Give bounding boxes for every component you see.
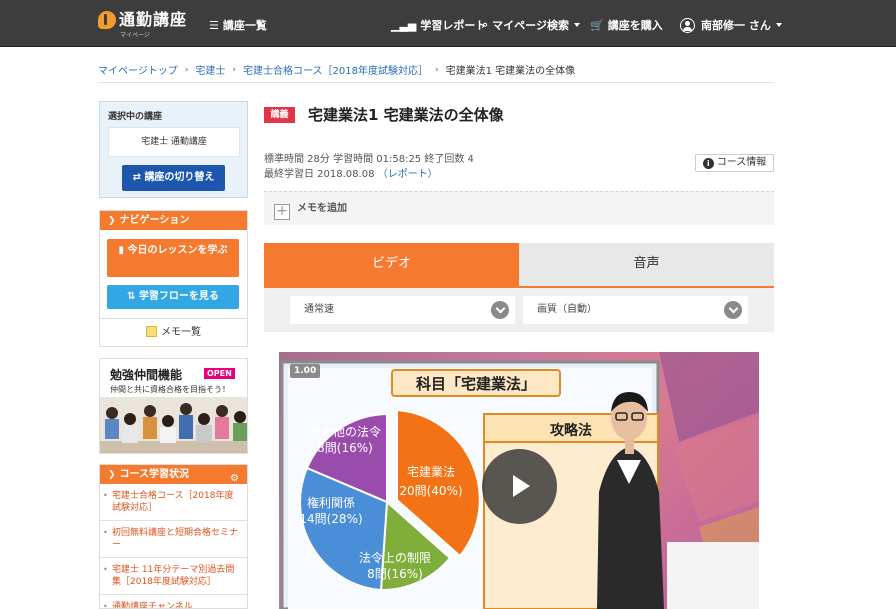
course-status-item[interactable]: 初回無料講座と短期合格セミナー [100,521,247,558]
tab-video[interactable]: ビデオ [264,243,519,286]
lesson-stats: 標準時間 28分 学習時間 01:58:25 終了回数 4 [264,154,474,165]
list-icon: ☰ [209,18,219,32]
banner-title: 勉強仲間機能 [110,368,183,382]
banner-open-badge: OPEN [204,368,235,379]
swap-icon: ⇄ [132,172,145,183]
memo-icon [146,326,157,337]
nav-course-list[interactable]: ☰ 講座一覧 [209,17,267,33]
add-memo-button[interactable]: + メモを追加 [264,191,774,225]
report-link[interactable]: （レポート） [378,169,438,180]
chevron-right-icon: › [232,64,237,75]
chevron-down-icon [491,301,509,319]
study-buddy-banner[interactable]: 勉強仲間機能 OPEN 仲間と共に資格合格を目指そう！ [99,358,248,454]
chevron-down-icon [573,23,580,27]
chevron-down-icon [724,301,742,319]
logo-text: 通勤講座 [119,10,188,29]
pie-label: 8問(16%) [367,567,423,581]
switch-course-button[interactable]: ⇄ 講座の切り替え [122,165,225,191]
banner-subtitle: 仲間と共に資格合格を目指そう！ [110,385,230,394]
students-illustration [100,397,247,453]
video-player[interactable]: 科目「宅建業法」 攻略法 宅建業法 20問(40%) 権利関係 14問(28%)… [279,352,759,609]
course-status-item[interactable]: 宅建士合格コース［2018年度試験対応］ [100,484,247,521]
course-status-panel: ❯コース学習状況 ⚙ 宅建士合格コース［2018年度試験対応］ 初回無料講座と短… [99,464,248,609]
page-title: 宅建業法1 宅建業法の全体像 [308,106,504,124]
chevron-right-icon: ❯ [108,216,116,226]
chevron-right-icon: › [434,64,439,75]
panel-title: 攻略法 [550,422,592,439]
logo-subtitle: マイページ [120,32,150,39]
todays-lesson-button[interactable]: ▮ 今日のレッスンを学ぶ [107,239,239,277]
board-title: 科目「宅建業法」 [416,375,536,393]
bar-chart-icon: ▁▃▅ [391,18,417,32]
logo-icon [98,11,116,29]
lesson-type-badge: 講義 [264,107,295,123]
nav-purchase[interactable]: 🛒 講座を購入 [590,17,663,33]
breadcrumb-course[interactable]: 宅建士合格コース［2018年度試験対応］ [243,62,428,77]
pie-label: 8問(16%) [317,441,373,455]
breadcrumb-current: 宅建業法1 宅建業法の全体像 [445,66,576,77]
breadcrumb-category[interactable]: 宅建士 [195,62,225,77]
chevron-right-icon: ❯ [108,470,116,480]
breadcrumb-mypage[interactable]: マイページトップ [98,62,178,77]
course-status-heading: ❯ コース学習状況 ⚙ [100,465,247,484]
last-study-date: 最終学習日 2018.08.08 （レポート） [264,169,438,180]
study-flow-button[interactable]: ⇅ 学習フローを見る [107,285,239,309]
selected-course-name: 宅建士 通勤講座 [108,127,240,157]
pie-label: 宅建業法 [407,464,455,479]
plus-icon: + [274,204,290,220]
user-menu[interactable]: 南部修一 さん [680,17,782,33]
tab-audio[interactable]: 音声 [519,243,774,286]
user-avatar-icon [680,17,695,33]
info-icon: i [702,158,714,169]
navigation-panel: ❯ ナビゲーション ▮ 今日のレッスンを学ぶ ⇅ 学習フローを見る メモ一覧 [99,210,248,347]
pie-label: 20問(40%) [399,484,462,498]
search-icon: ⌕ [482,18,489,31]
chevron-down-icon [775,23,782,27]
speed-badge: 1.00 [290,364,321,378]
course-status-item[interactable]: 宅建士 11年分テーマ別過去問集［2018年度試験対応］ [100,558,247,595]
pie-label: 法令上の制限 [359,550,431,565]
player-settings: 通常速 画質（自動） [264,288,774,332]
course-status-item[interactable]: 通勤講座チャンネル [100,595,247,608]
navigation-heading: ❯ ナビゲーション [100,211,247,230]
course-info-button[interactable]: i コース情報 [695,154,774,172]
site-logo[interactable]: 通勤講座 マイページ [98,10,188,39]
cart-icon: 🛒 [590,18,604,32]
selected-course-panel: 選択中の講座 宅建士 通勤講座 ⇄ 講座の切り替え [99,101,248,198]
nav-search[interactable]: ⌕ マイページ検索 [482,17,580,33]
pie-label: その他の法令 [309,424,381,439]
nav-report[interactable]: ▁▃▅ 学習レポート [391,17,486,33]
playback-speed-select[interactable]: 通常速 [290,296,515,324]
top-navigation-bar: 通勤講座 マイページ ☰ 講座一覧 ▁▃▅ 学習レポート ⌕ マイページ検索 🛒… [0,0,896,47]
selected-course-heading: 選択中の講座 [108,112,163,122]
divider [98,82,774,83]
play-icon[interactable] [482,449,557,524]
sort-icon: ⇅ [127,291,139,302]
pie-label: 権利関係 [307,495,355,510]
video-quality-select[interactable]: 画質（自動） [523,296,748,324]
pie-label: 14問(28%) [299,512,362,526]
breadcrumb: マイページトップ › 宅建士 › 宅建士合格コース［2018年度試験対応］ › … [98,62,774,78]
chevron-right-icon: › [184,64,189,75]
memo-list-link[interactable]: メモ一覧 [100,318,247,346]
